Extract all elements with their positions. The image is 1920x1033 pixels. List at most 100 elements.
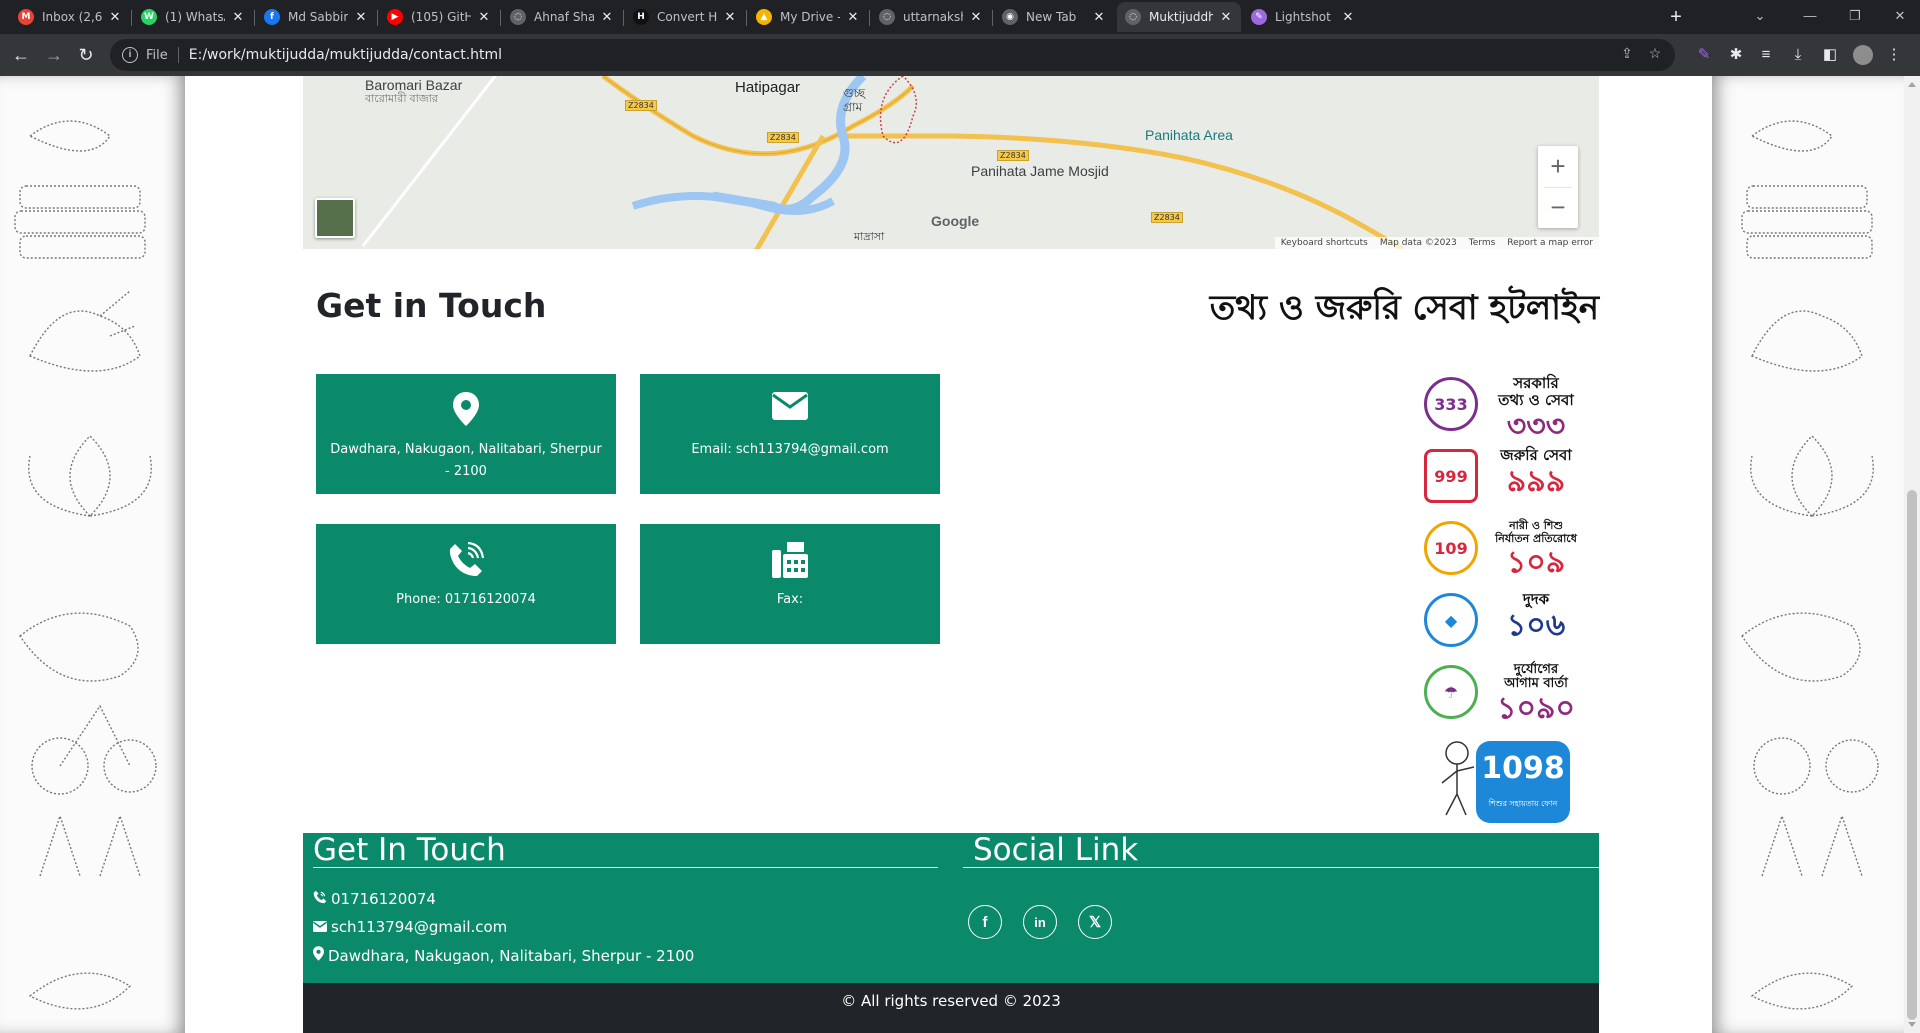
envelope-icon <box>312 918 328 936</box>
info-icon[interactable]: i <box>122 47 138 63</box>
google-drive-icon: ▲ <box>756 9 772 25</box>
reload-icon[interactable]: ↻ <box>74 43 98 67</box>
hotline-label: জরুরি সেবা <box>1500 446 1572 464</box>
maximize-button[interactable]: ❐ <box>1835 2 1875 30</box>
page-scrollbar[interactable] <box>1904 76 1920 1033</box>
download-icon[interactable]: ⤓ <box>1786 43 1810 67</box>
browser-tab[interactable]: H Convert Heic to ✕ <box>625 2 745 32</box>
chrome-icon: ◉ <box>1002 9 1018 25</box>
terms-link[interactable]: Terms <box>1469 238 1496 248</box>
child-figure-icon <box>1441 741 1475 816</box>
x-twitter-link[interactable]: 𝕏 <box>1078 905 1112 939</box>
fax-card: Fax: <box>640 524 940 644</box>
google-logo: Google <box>931 213 980 229</box>
tab-title: Muktijuddha Hi <box>1149 10 1213 24</box>
close-window-button[interactable]: ✕ <box>1880 2 1920 30</box>
facebook-icon: f <box>264 9 280 25</box>
zoom-in-button[interactable]: + <box>1538 146 1578 187</box>
tab-close-icon[interactable]: ✕ <box>723 10 737 25</box>
tab-close-icon[interactable]: ✕ <box>846 10 860 25</box>
embedded-map[interactable]: Baromari Bazar বারোমারী বাজার Hatipagar … <box>303 76 1599 249</box>
hotline-1090: ☂ দুর্যোগের আগাম বার্তা ১০৯০ <box>1420 659 1600 731</box>
hotline-1098-badge: 1098 শিশুর সহায়তায় ফোন <box>1476 741 1570 823</box>
scroll-up-arrow-icon[interactable] <box>1908 82 1916 87</box>
media-queue-icon[interactable]: ≡ <box>1754 43 1778 67</box>
url-text[interactable]: E:/work/muktijudda/muktijudda/contact.ht… <box>189 47 502 63</box>
tab-title: (1) WhatsApp <box>165 10 225 24</box>
hotline-106-icon: ◆ <box>1424 593 1478 647</box>
keyboard-shortcuts-link[interactable]: Keyboard shortcuts <box>1281 238 1368 248</box>
extensions-puzzle-icon[interactable]: ✱ <box>1724 43 1748 67</box>
hotline-number: ১০৬ <box>1506 608 1566 643</box>
address-text: Dawdhara, Nakugaon, Nalitabari, Sherpur … <box>330 442 602 479</box>
map-place-label: গুচ্ছ গ্রাম <box>843 86 866 114</box>
tab-close-icon[interactable]: ✕ <box>969 10 983 25</box>
share-icon[interactable]: ⇪ <box>1617 43 1637 63</box>
hotline-number: ১০৯০ <box>1497 691 1575 726</box>
hotline-label: শিশুর সহায়তায় ফোন <box>1488 799 1558 808</box>
linkedin-link[interactable]: in <box>1023 905 1057 939</box>
browser-tab[interactable]: f Md Sabbir mess ✕ <box>256 2 376 32</box>
browser-tab[interactable]: ◌ Ahnaf Shariar H ✕ <box>502 2 622 32</box>
browser-tab[interactable]: M Inbox (2,670) - a ✕ <box>10 2 130 32</box>
profile-avatar[interactable] <box>1851 43 1875 67</box>
copyright-bar: © All rights reserved © 2023 <box>303 983 1599 1033</box>
site-footer: Get In Touch Social Link 01716120074 sch… <box>303 833 1599 1033</box>
browser-tab[interactable]: W (1) WhatsApp ✕ <box>133 2 253 32</box>
road-shield: Z2834 <box>767 132 799 143</box>
footer-get-in-touch-title: Get In Touch <box>313 832 506 868</box>
footer-email: sch113794@gmail.com <box>312 918 507 936</box>
forward-arrow-icon[interactable]: → <box>42 43 66 67</box>
browser-tab[interactable]: ◉ New Tab ✕ <box>994 2 1114 32</box>
tab-close-icon[interactable]: ✕ <box>108 10 122 25</box>
browser-tab[interactable]: ▶ (105) GitHub - I ✕ <box>379 2 499 32</box>
linkedin-icon: in <box>1034 914 1046 930</box>
zoom-out-button[interactable]: − <box>1538 187 1578 228</box>
tab-close-icon[interactable]: ✕ <box>231 10 245 25</box>
back-arrow-icon[interactable]: ← <box>9 43 33 67</box>
tab-close-icon[interactable]: ✕ <box>600 10 614 25</box>
gmail-icon: M <box>18 9 34 25</box>
map-place-label: বারোমারী বাজার <box>365 93 438 105</box>
bookmark-star-icon[interactable]: ☆ <box>1645 43 1665 63</box>
hotline-1098: 1098 শিশুর সহায়তায় ফোন <box>1420 731 1600 826</box>
phone-card: Phone: 01716120074 <box>316 524 616 644</box>
side-panel-icon[interactable]: ◧ <box>1818 43 1842 67</box>
menu-kebab-icon[interactable]: ⋮ <box>1882 43 1906 67</box>
tab-title: (105) GitHub - I <box>411 10 471 24</box>
tab-close-icon[interactable]: ✕ <box>354 10 368 25</box>
tab-close-icon[interactable]: ✕ <box>1219 10 1233 25</box>
lightshot-icon: ✎ <box>1251 9 1267 25</box>
scroll-down-arrow-icon[interactable] <box>1908 1022 1916 1027</box>
location-pin-icon <box>313 946 324 965</box>
new-tab-button[interactable]: + <box>1663 4 1689 30</box>
hotline-number: ১০৯ <box>1506 545 1566 580</box>
lightshot-extension-icon[interactable]: ✎ <box>1692 43 1716 67</box>
hotline-999-icon: 999 <box>1424 449 1478 503</box>
map-attribution: Keyboard shortcuts Map data ©2023 Terms … <box>1274 237 1599 249</box>
footer-divider <box>963 867 1599 868</box>
report-map-error-link[interactable]: Report a map error <box>1507 238 1593 248</box>
minimize-button[interactable]: — <box>1790 2 1830 30</box>
address-bar[interactable]: i File E:/work/muktijudda/muktijudda/con… <box>110 39 1675 71</box>
browser-tab-bar: M Inbox (2,670) - a ✕ W (1) WhatsApp ✕ f… <box>0 0 1920 34</box>
fax-icon <box>640 542 940 578</box>
satellite-toggle[interactable] <box>315 198 355 238</box>
road-shield: Z2834 <box>1151 212 1183 223</box>
footer-divider <box>313 867 938 868</box>
hotline-333-icon: 333 <box>1424 377 1478 431</box>
tab-search-icon[interactable]: ⌄ <box>1740 2 1780 30</box>
road-shield: Z2834 <box>997 150 1029 161</box>
scroll-thumb[interactable] <box>1907 490 1917 1020</box>
tab-close-icon[interactable]: ✕ <box>1341 10 1355 25</box>
browser-tab[interactable]: ◌ uttarnakshi.com ✕ <box>871 2 991 32</box>
facebook-link[interactable]: f <box>968 905 1002 939</box>
tab-close-icon[interactable]: ✕ <box>1092 10 1106 25</box>
tab-close-icon[interactable]: ✕ <box>477 10 491 25</box>
address-card: Dawdhara, Nakugaon, Nalitabari, Sherpur … <box>316 374 616 494</box>
footer-main: Get In Touch Social Link 01716120074 sch… <box>303 833 1599 983</box>
browser-tab[interactable]: ✎ Lightshot scree ✕ <box>1243 2 1363 32</box>
phone-icon <box>316 542 616 578</box>
browser-tab[interactable]: ▲ My Drive - Goo ✕ <box>748 2 868 32</box>
browser-tab-active[interactable]: ◌ Muktijuddha Hi ✕ <box>1117 2 1241 32</box>
